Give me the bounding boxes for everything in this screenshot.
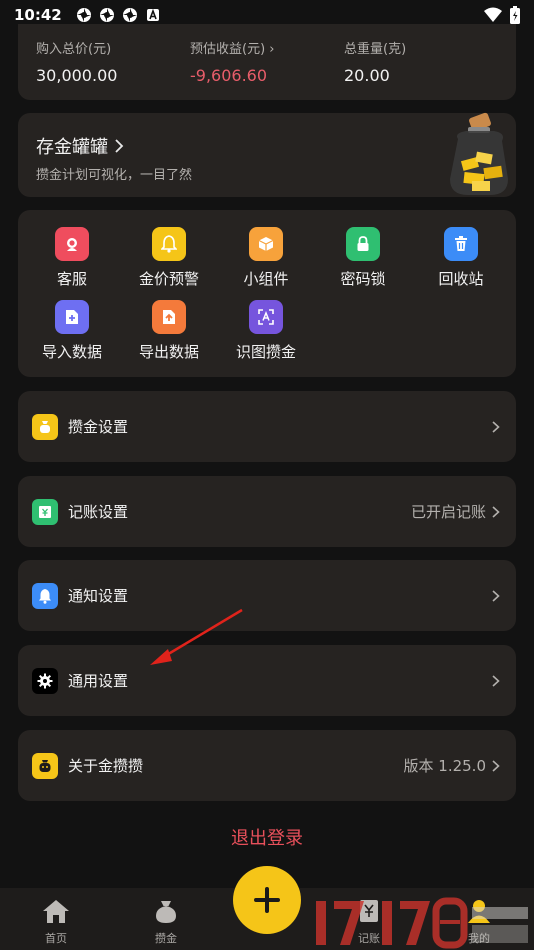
wifi-icon	[484, 7, 502, 22]
notification-icon	[76, 8, 91, 22]
tool-gold-price-alert[interactable]: 金价预警	[124, 227, 214, 289]
app-notification-icon	[146, 8, 159, 21]
gear-icon	[32, 667, 58, 694]
tab-home[interactable]: 首页	[21, 898, 91, 946]
tool-label: 密码锁	[340, 270, 386, 288]
chevron-right-icon	[492, 505, 500, 518]
row-label: 通用设置	[68, 672, 129, 690]
total-cost-label: 购入总价(元)	[36, 42, 112, 57]
bell-icon	[32, 582, 58, 609]
row-label: 关于金攒攒	[68, 757, 144, 775]
gold-jar-title-text: 存金罐罐	[36, 137, 108, 158]
bell-icon	[152, 227, 186, 261]
lock-icon	[346, 227, 380, 261]
money-bag-icon	[156, 901, 176, 923]
scan-icon	[249, 300, 283, 334]
trash-icon	[444, 227, 478, 261]
notification-settings-row[interactable]: 通知设置	[18, 560, 516, 631]
cube-icon	[249, 227, 283, 261]
about-row[interactable]: 关于金攒攒 版本 1.25.0	[18, 730, 516, 801]
tab-label: 首页	[45, 932, 67, 945]
gold-bag-icon	[32, 413, 58, 440]
logout-button[interactable]: 退出登录	[0, 824, 534, 850]
total-cost-block: 购入总价(元) 30,000.00	[36, 38, 117, 85]
import-icon	[55, 300, 89, 334]
estimated-profit-value: -9,606.60	[190, 66, 268, 85]
chevron-right-icon	[492, 420, 500, 433]
tool-widget[interactable]: 小组件	[221, 227, 311, 289]
general-settings-row[interactable]: 通用设置	[18, 645, 516, 716]
total-weight-block: 总重量(克) 20.00	[344, 38, 406, 85]
tool-label: 小组件	[243, 270, 289, 288]
tool-recycle-bin[interactable]: 回收站	[416, 227, 506, 289]
gold-jar-title: 存金罐罐	[36, 133, 124, 159]
total-cost-value: 30,000.00	[36, 66, 118, 85]
total-weight-value: 20.00	[344, 66, 390, 85]
tool-import-data[interactable]: 导入数据	[27, 300, 117, 362]
tool-image-recognition[interactable]: 识图攒金	[221, 300, 311, 362]
gold-jar-card[interactable]: 存金罐罐 攒金计划可视化，一目了然	[18, 112, 516, 197]
ledger-icon	[32, 498, 58, 525]
watermark-logo	[316, 897, 528, 949]
tool-label: 导出数据	[138, 343, 199, 361]
gold-jar-illustration	[450, 112, 508, 195]
status-time: 10:42	[14, 6, 62, 24]
notification-icon	[122, 8, 137, 22]
tool-label: 识图攒金	[235, 343, 296, 361]
tab-label: 攒金	[155, 932, 177, 945]
battery-icon	[510, 6, 520, 24]
chevron-right-icon	[115, 139, 124, 153]
export-icon	[152, 300, 186, 334]
customer-service-icon	[55, 227, 89, 261]
chevron-right-icon	[492, 589, 500, 602]
tool-label: 回收站	[438, 270, 484, 288]
bookkeeping-status: 已开启记账	[410, 503, 486, 521]
saving-settings-row[interactable]: 攒金设置	[18, 391, 516, 462]
estimated-profit-block[interactable]: 预估收益(元) › -9,606.60	[190, 38, 274, 85]
bookkeeping-settings-row[interactable]: 记账设置 已开启记账	[18, 476, 516, 547]
gold-jar-subtitle: 攒金计划可视化，一目了然	[36, 168, 193, 183]
row-label: 攒金设置	[68, 418, 129, 436]
chevron-right-icon	[492, 674, 500, 687]
tool-customer-service[interactable]: 客服	[27, 227, 117, 289]
tool-label: 客服	[56, 270, 87, 288]
asset-summary-card: 购入总价(元) 30,000.00 预估收益(元) › -9,606.60 总重…	[18, 24, 516, 100]
chevron-right-icon	[492, 759, 500, 772]
tool-export-data[interactable]: 导出数据	[124, 300, 214, 362]
home-icon	[43, 900, 69, 923]
row-label: 通知设置	[68, 587, 129, 605]
add-record-button[interactable]	[233, 866, 301, 934]
mascot-icon	[32, 752, 58, 779]
tool-label: 金价预警	[138, 270, 199, 288]
row-label: 记账设置	[68, 503, 129, 521]
app-version: 版本 1.25.0	[403, 757, 486, 775]
tools-grid: 客服 金价预警 小组件 密码锁 回收站 导入数据 导出数据 识图攒金	[18, 210, 516, 377]
plus-icon	[254, 887, 280, 913]
tab-saving[interactable]: 攒金	[131, 898, 201, 946]
total-weight-label: 总重量(克)	[344, 42, 407, 57]
tool-label: 导入数据	[41, 343, 102, 361]
notification-icon	[99, 8, 114, 22]
estimated-profit-label[interactable]: 预估收益(元) ›	[190, 38, 274, 57]
tool-password-lock[interactable]: 密码锁	[318, 227, 408, 289]
